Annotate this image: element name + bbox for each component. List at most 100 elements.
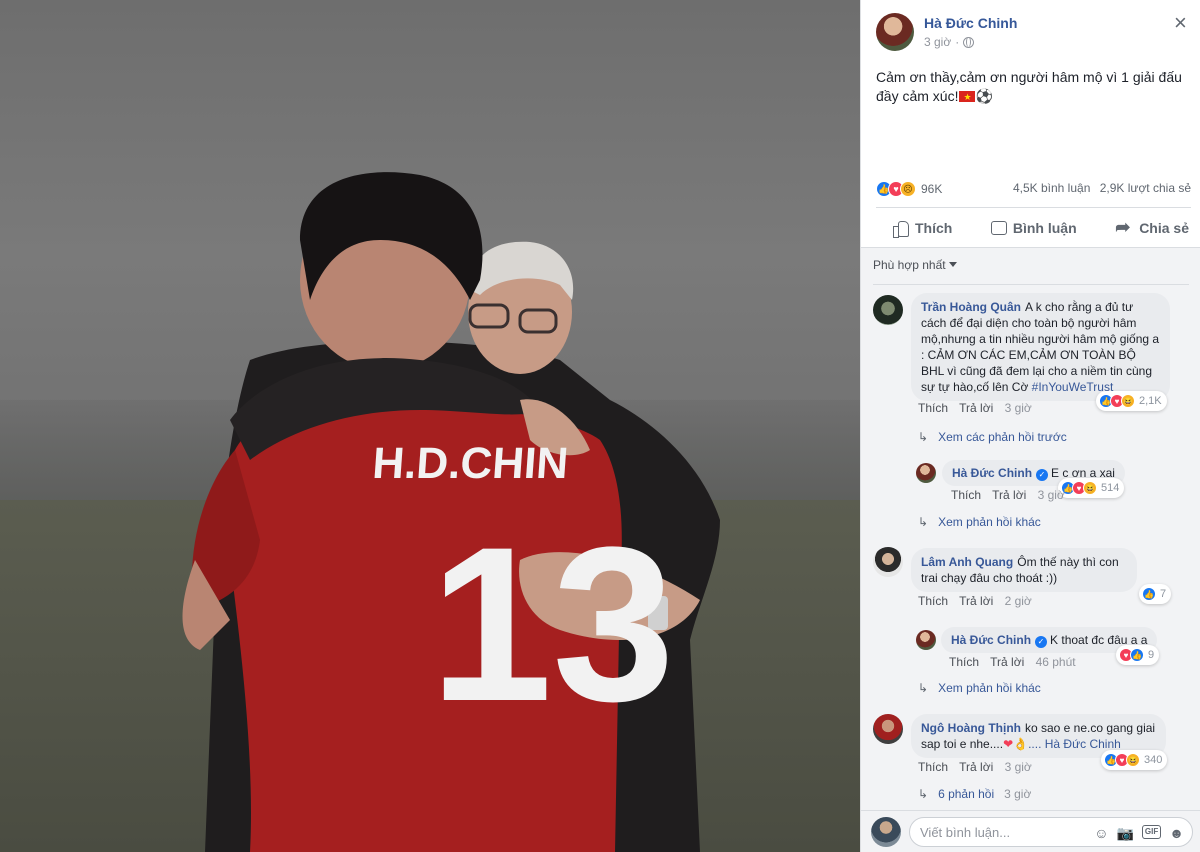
reply-reactions[interactable]: 👍 ♥ 😆 514 (1058, 478, 1125, 498)
comment-time[interactable]: 3 giờ (1005, 760, 1032, 774)
sort-label: Phù hợp nhất (873, 258, 946, 272)
post-text: Cảm ơn thầy,cảm ơn người hâm mộ vì 1 giả… (876, 68, 1191, 107)
reply-actions: Thích Trả lời 3 giờ (951, 488, 1065, 502)
comment-reaction-count: 7 (1160, 588, 1167, 600)
hug-illustration: H.D.CHIN 13 (182, 172, 720, 852)
comment-reactions[interactable]: 👍 7 (1139, 584, 1172, 604)
comment-like-link[interactable]: Thích (918, 401, 948, 415)
comment-sort-dropdown[interactable]: Phù hợp nhất (873, 258, 957, 272)
like-reaction-icon: 👍 (1130, 648, 1144, 662)
reply-author-name[interactable]: Hà Đức Chinh (951, 633, 1031, 647)
reply-avatar[interactable] (916, 630, 936, 650)
sticker-icon[interactable]: ☻ (1169, 825, 1184, 842)
comment-input[interactable]: Viết bình luận... ☺ 📷 GIF ☻ (909, 817, 1193, 847)
comment-input-placeholder: Viết bình luận... (920, 825, 1011, 840)
jersey-name: H.D.CHIN (371, 439, 570, 488)
caret-down-icon (948, 262, 957, 267)
comment-like-link[interactable]: Thích (918, 594, 948, 608)
haha-reaction-icon: 😆 (1121, 394, 1135, 408)
shares-count[interactable]: 2,9K lượt chia sẻ (1100, 181, 1191, 195)
ok-hand-emoji-icon: 👌 (1013, 737, 1029, 751)
haha-reaction-icon: 😆 (1126, 753, 1140, 767)
reply-actions: Thích Trả lời 46 phút (949, 655, 1076, 669)
reply-arrow-icon: ↳ (918, 681, 929, 695)
view-more-replies[interactable]: ↳ Xem phản hồi khác (918, 515, 1041, 529)
sad-reaction-icon: ☹ (900, 181, 916, 197)
comment-reaction-count: 340 (1144, 754, 1163, 766)
reply-arrow-icon: ↳ (918, 787, 929, 801)
reply-reactions[interactable]: ♥ 👍 9 (1116, 645, 1160, 665)
reply-time[interactable]: 3 giờ (1038, 488, 1065, 502)
reply-arrow-icon: ↳ (918, 430, 929, 444)
comments-section: Phù hợp nhất Trần Hoàng Quân A k cho rằng… (861, 247, 1200, 852)
emoji-icon[interactable]: ☺ (1094, 825, 1108, 842)
globe-icon[interactable] (963, 36, 975, 48)
post-meta: 3 giờ · (924, 35, 975, 49)
commenter-name[interactable]: Lâm Anh Quang (921, 555, 1013, 569)
comment-reply-link[interactable]: Trả lời (959, 760, 993, 774)
camera-icon[interactable]: 📷 (1116, 825, 1133, 842)
commenter-avatar[interactable] (873, 547, 903, 577)
reply-like-link[interactable]: Thích (949, 655, 979, 669)
like-button[interactable]: Thích (893, 219, 953, 238)
close-icon[interactable]: × (1174, 12, 1187, 34)
commenter-name[interactable]: Ngô Hoàng Thịnh (921, 721, 1021, 735)
reply-reaction-count: 514 (1101, 482, 1120, 494)
reply-avatar[interactable] (916, 463, 936, 483)
commenter-name[interactable]: Trần Hoàng Quân (921, 300, 1021, 314)
composer-tools: ☺ 📷 GIF ☻ (1094, 825, 1184, 842)
post-time[interactable]: 3 giờ (924, 35, 951, 49)
comment-time[interactable]: 3 giờ (1005, 401, 1032, 415)
author-avatar[interactable] (876, 13, 914, 51)
post-photo[interactable]: H.D.CHIN 13 (0, 0, 860, 852)
comment-reactions[interactable]: 👍 ♥ 😆 2,1K (1096, 391, 1167, 411)
comments-count[interactable]: 4,5K bình luận (1013, 181, 1090, 195)
comment-reply-link[interactable]: Trả lời (959, 401, 993, 415)
verified-badge-icon: ✓ (1035, 636, 1048, 648)
verified-badge-icon: ✓ (1036, 469, 1049, 481)
post-action-bar: Thích Bình luận Chia sẻ (876, 207, 1191, 247)
reply-reply-link[interactable]: Trả lời (992, 488, 1026, 502)
comment-reaction-count: 2,1K (1139, 395, 1162, 407)
comment-reply-link[interactable]: Trả lời (959, 594, 993, 608)
view-previous-replies[interactable]: ↳ Xem các phản hồi trước (918, 430, 1067, 444)
vietnam-flag-icon (959, 88, 976, 107)
commenter-avatar[interactable] (873, 714, 903, 744)
viewer-avatar (871, 817, 901, 847)
post-side-panel: Hà Đức Chinh 3 giờ · × Cảm ơn thầy,cảm ơ… (860, 0, 1200, 852)
reply-time[interactable]: 46 phút (1036, 655, 1076, 669)
post-stats: 👍 ♥ ☹ 96K 4,5K bình luận 2,9K lượt chia … (876, 181, 1191, 199)
reaction-summary[interactable]: 👍 ♥ ☹ 96K (876, 181, 942, 197)
gif-icon[interactable]: GIF (1141, 825, 1162, 839)
view-more-replies-label: Xem phản hồi khác (938, 681, 1041, 695)
mention-link[interactable]: .... Hà Đức Chinh (1028, 737, 1121, 751)
haha-reaction-icon: 😆 (1083, 481, 1097, 495)
share-icon (1115, 217, 1133, 238)
replies-count-label: 6 phản hồi (938, 787, 995, 801)
comment-like-link[interactable]: Thích (918, 760, 948, 774)
view-previous-replies-label: Xem các phản hồi trước (938, 430, 1067, 444)
reply-reply-link[interactable]: Trả lời (990, 655, 1024, 669)
like-label: Thích (915, 219, 953, 236)
share-button[interactable]: Chia sẻ (1115, 217, 1189, 238)
reply-like-link[interactable]: Thích (951, 488, 981, 502)
commenter-avatar[interactable] (873, 295, 903, 325)
comment-actions: Thích Trả lời 3 giờ (918, 401, 1032, 415)
divider (873, 284, 1189, 285)
reaction-count: 96K (921, 182, 943, 196)
thumbs-up-icon (893, 220, 909, 238)
engagement-counts: 4,5K bình luận 2,9K lượt chia sẻ (1013, 181, 1191, 195)
view-replies[interactable]: ↳ 6 phản hồi 3 giờ (918, 787, 1031, 801)
heart-emoji-icon: ❤ (1003, 737, 1014, 751)
jersey-number: 13 (430, 501, 675, 747)
comment-button[interactable]: Bình luận (990, 220, 1077, 236)
comment-reactions[interactable]: 👍 ♥ 😆 340 (1101, 750, 1168, 770)
comment-actions: Thích Trả lời 2 giờ (918, 594, 1032, 608)
comment-bubble: Trần Hoàng Quân A k cho rằng a đủ tư cách… (911, 293, 1170, 401)
reply-author-name[interactable]: Hà Đức Chinh (952, 466, 1032, 480)
comment-time[interactable]: 2 giờ (1005, 594, 1032, 608)
replies-time: 3 giờ (1004, 787, 1032, 801)
author-name[interactable]: Hà Đức Chinh (924, 15, 1017, 31)
view-more-replies[interactable]: ↳ Xem phản hồi khác (918, 681, 1041, 695)
reply-reaction-count: 9 (1148, 649, 1155, 661)
